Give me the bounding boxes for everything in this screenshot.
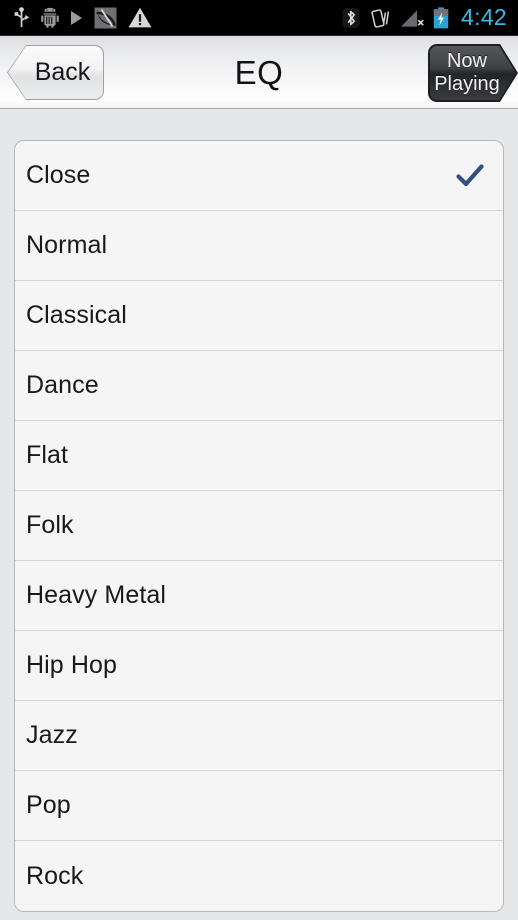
eq-preset-label: Folk xyxy=(26,511,74,539)
status-bar-clock: 4:42 xyxy=(461,4,507,30)
now-playing-button[interactable]: Now Playing xyxy=(428,44,518,102)
eq-preset-label: Jazz xyxy=(26,721,78,749)
eq-preset-label: Rock xyxy=(26,861,84,890)
checkmark-icon xyxy=(455,161,485,191)
play-icon xyxy=(70,10,83,26)
battery-charging-icon xyxy=(433,6,449,29)
eq-preset-label: Flat xyxy=(26,441,69,469)
eq-preset-row[interactable]: Classical xyxy=(15,281,503,351)
status-bar-right-icons: 4:42 xyxy=(342,6,518,29)
eq-preset-label: Classical xyxy=(26,301,127,329)
eq-preset-row[interactable]: Rock xyxy=(15,841,503,911)
eq-preset-row[interactable]: Flat xyxy=(15,421,503,491)
eq-preset-label: Dance xyxy=(26,371,99,399)
eq-preset-row[interactable]: Hip Hop xyxy=(15,631,503,701)
eq-preset-list: Close Normal Classical Dance Flat Folk Heavy M… xyxy=(14,140,504,912)
now-playing-button-label: Now Playing xyxy=(428,44,518,102)
navigation-bar: EQ Back Now Playing xyxy=(0,36,518,109)
eq-preset-label: Heavy Metal xyxy=(26,581,167,609)
eq-preset-label: Normal xyxy=(26,231,108,259)
status-bar-left-icons xyxy=(0,7,342,29)
android-debug-icon xyxy=(41,7,59,28)
warning-icon xyxy=(128,7,152,28)
bluetooth-icon xyxy=(342,7,360,29)
eq-preset-row[interactable]: Close xyxy=(15,141,503,211)
eq-preset-row[interactable]: Heavy Metal xyxy=(15,561,503,631)
eq-preset-label: Hip Hop xyxy=(26,651,118,679)
eq-preset-row[interactable]: Dance xyxy=(15,351,503,421)
eq-preset-row[interactable]: Folk xyxy=(15,491,503,561)
status-bar: 4:42 xyxy=(0,0,518,36)
phone-screen: 4:42 EQ Back Now Playing Close Normal Clas… xyxy=(0,0,518,920)
signal-no-service-icon xyxy=(400,8,424,28)
back-button[interactable]: Back xyxy=(7,45,104,100)
vibrate-icon xyxy=(369,7,391,29)
eq-preset-row[interactable]: Jazz xyxy=(15,701,503,771)
eq-preset-row[interactable]: Pop xyxy=(15,771,503,841)
now-playing-label-line1: Now xyxy=(446,50,487,72)
sync-disabled-icon xyxy=(94,7,117,29)
usb-icon xyxy=(13,7,30,28)
eq-preset-label: Pop xyxy=(26,791,71,819)
eq-preset-row[interactable]: Normal xyxy=(15,211,503,281)
now-playing-label-line2: Playing xyxy=(434,73,500,95)
back-button-label: Back xyxy=(34,58,91,86)
eq-preset-label: Close xyxy=(26,161,91,189)
